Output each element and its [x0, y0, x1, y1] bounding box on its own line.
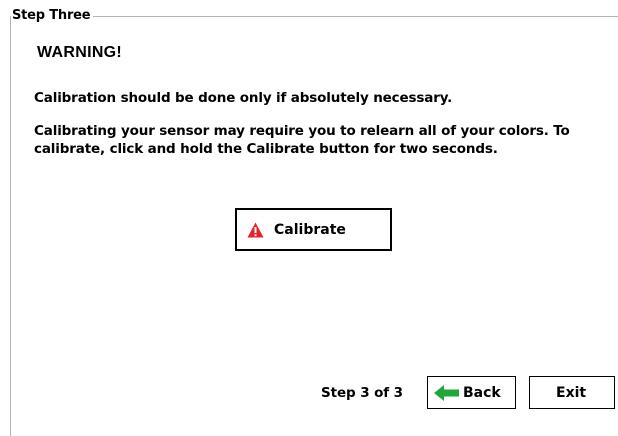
calibration-notice-text: Calibration should be done only if absol…	[34, 90, 453, 106]
calibrate-button[interactable]: Calibrate	[235, 208, 392, 251]
exit-button-label: Exit	[556, 385, 587, 401]
back-button-label: Back	[463, 385, 501, 401]
calibration-instructions-text: Calibrating your sensor may require you …	[34, 123, 570, 157]
calibrate-button-label: Calibrate	[274, 222, 346, 238]
step-indicator: Step 3 of 3	[321, 385, 403, 401]
exit-button[interactable]: Exit	[529, 376, 615, 409]
step-group-title: Step Three	[11, 7, 94, 25]
back-button[interactable]: Back	[427, 376, 516, 409]
left-arrow-icon	[434, 385, 459, 401]
warning-heading: WARNING!	[37, 44, 123, 61]
warning-triangle-icon	[247, 222, 264, 238]
